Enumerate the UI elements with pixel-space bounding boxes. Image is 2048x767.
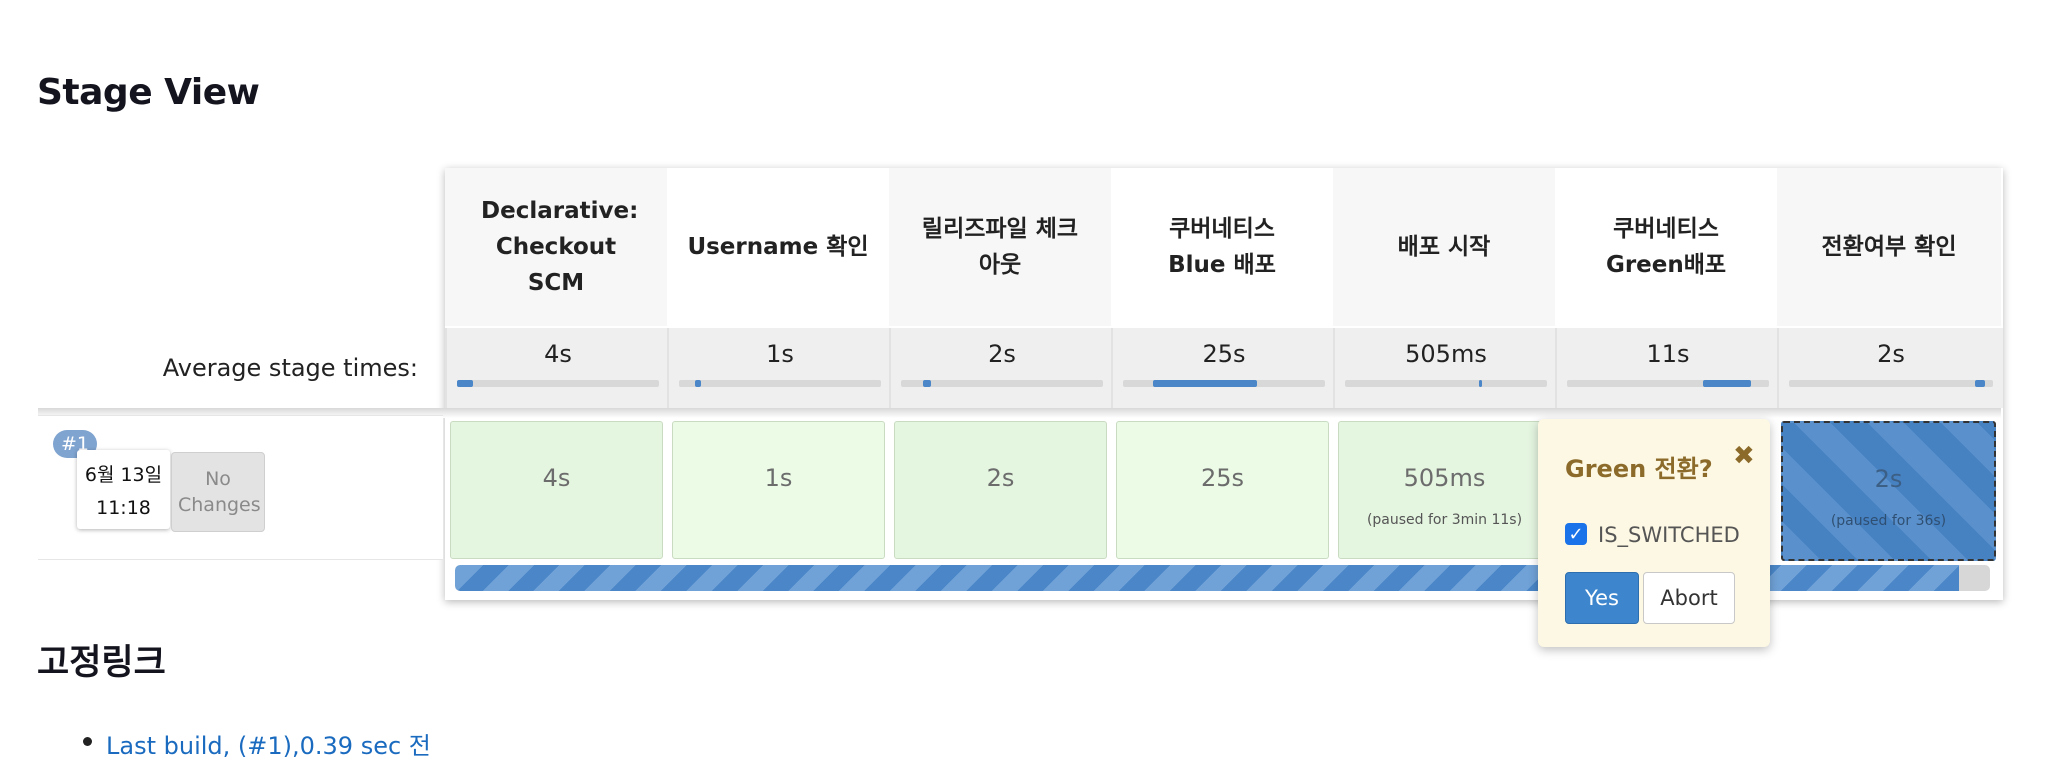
stage-header-label: Username 확인 xyxy=(687,234,869,260)
no-changes-label: No Changes xyxy=(178,468,261,516)
avg-label-text: Average stage times: xyxy=(162,354,418,382)
avg-value: 505ms xyxy=(1405,340,1487,368)
stage-cell-time: 2s xyxy=(986,464,1015,492)
stage-header-label: 릴리즈파일 체크아웃 xyxy=(921,216,1079,278)
abort-button[interactable]: Abort xyxy=(1643,572,1735,624)
no-changes-box[interactable]: No Changes xyxy=(171,452,265,532)
avg-value: 4s xyxy=(544,340,572,368)
stage-cell-paused-note: (paused for 36s) xyxy=(1830,513,1947,529)
avg-cell: 1s xyxy=(667,328,891,408)
stage-cell-time: 2s xyxy=(1874,465,1903,493)
is-switched-checkbox[interactable]: ✓ xyxy=(1565,523,1587,545)
bullet-icon xyxy=(83,737,92,746)
stage-cell-time: 505ms xyxy=(1403,464,1486,492)
stage-cell[interactable]: 4s xyxy=(450,421,663,559)
stage-header-blue: 쿠버네티스 Blue 배포 xyxy=(1111,168,1333,326)
avg-cell: 2s xyxy=(889,328,1113,408)
stage-cell-running[interactable]: 2s (paused for 36s) xyxy=(1781,421,1996,561)
stage-header-switch-check: 전환여부 확인 xyxy=(1777,168,2001,326)
avg-bar xyxy=(1567,380,1769,387)
build-date: 6월 13일 xyxy=(84,464,163,486)
avg-value: 2s xyxy=(988,340,1016,368)
avg-cell: 505ms xyxy=(1333,328,1557,408)
stage-header-username: Username 확인 xyxy=(667,168,889,326)
stage-header-label: 쿠버네티스 Green배포 xyxy=(1605,216,1727,278)
stage-cell-time: 25s xyxy=(1200,464,1245,492)
avg-value: 2s xyxy=(1877,340,1905,368)
input-request-popup: Green 전환? ✖ ✓ IS_SWITCHED Yes Abort xyxy=(1538,419,1770,647)
permalinks-title: 고정링크 xyxy=(37,643,166,683)
stage-cell[interactable]: 1s xyxy=(672,421,885,559)
stage-cell[interactable]: 25s xyxy=(1116,421,1329,559)
avg-value: 1s xyxy=(766,340,794,368)
stage-cell-paused-note: (paused for 3min 11s) xyxy=(1366,512,1523,528)
popup-title: Green 전환? xyxy=(1565,455,1713,483)
stage-header-label: Declarative: Checkout SCM xyxy=(481,198,639,296)
stage-cell[interactable]: 505ms (paused for 3min 11s) xyxy=(1338,421,1551,559)
close-icon[interactable]: ✖ xyxy=(1733,441,1755,471)
yes-button[interactable]: Yes xyxy=(1565,572,1639,624)
avg-cell: 11s xyxy=(1555,328,1779,408)
stage-cell[interactable]: 2s xyxy=(894,421,1107,559)
build-date-box[interactable]: 6월 13일 11:18 xyxy=(77,450,170,529)
stage-header-green: 쿠버네티스 Green배포 xyxy=(1555,168,1777,326)
avg-bar xyxy=(1345,380,1547,387)
avg-cell: 2s xyxy=(1777,328,2003,408)
stage-header-label: 배포 시작 xyxy=(1397,234,1491,260)
stage-header-label: 쿠버네티스 Blue 배포 xyxy=(1168,216,1276,278)
stage-header-release: 릴리즈파일 체크아웃 xyxy=(889,168,1111,326)
stage-cell-time: 1s xyxy=(764,464,793,492)
build-time: 11:18 xyxy=(96,497,151,519)
stage-header-label: 전환여부 확인 xyxy=(1821,234,1957,260)
is-switched-label: IS_SWITCHED xyxy=(1598,523,1740,547)
avg-value: 11s xyxy=(1646,340,1690,368)
avg-bar xyxy=(1789,380,1993,387)
avg-cell: 4s xyxy=(445,328,669,408)
avg-bar xyxy=(1123,380,1325,387)
stage-header-deploy-start: 배포 시작 xyxy=(1333,168,1555,326)
stage-header-checkout: Declarative: Checkout SCM xyxy=(445,168,667,326)
stage-view-title: Stage View xyxy=(37,72,260,113)
stage-cell-time: 4s xyxy=(542,464,571,492)
avg-bar xyxy=(901,380,1103,387)
avg-bar xyxy=(679,380,881,387)
avg-bar xyxy=(457,380,659,387)
last-build-link[interactable]: Last build, (#1),0.39 sec 전 xyxy=(106,726,431,761)
avg-value: 25s xyxy=(1202,340,1246,368)
avg-cell: 25s xyxy=(1111,328,1335,408)
average-stage-times-label: Average stage times: xyxy=(38,328,422,408)
